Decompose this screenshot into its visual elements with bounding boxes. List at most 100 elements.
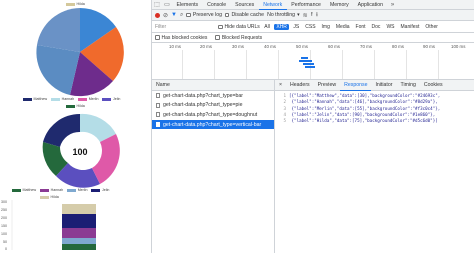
blocked-requests-label: Blocked Requests [221, 34, 263, 41]
tab-network[interactable]: Network [258, 0, 287, 10]
throttling-select[interactable]: No throttling ▾ [267, 12, 300, 18]
legend-item[interactable]: Hilda [40, 195, 59, 199]
tab-cookies[interactable]: Cookies [420, 80, 447, 91]
filter-type-js[interactable]: JS [292, 24, 301, 30]
timeline-gridline [246, 50, 247, 79]
doughnut-slice[interactable] [43, 113, 80, 147]
tab-preview[interactable]: Preview [314, 80, 340, 91]
legend-item[interactable]: Matthew [12, 188, 36, 192]
column-header-name[interactable]: Name [152, 80, 274, 91]
filter-type-manifest[interactable]: Manifest [399, 24, 421, 30]
line-number: 5 [283, 118, 286, 124]
bar-segment[interactable] [62, 238, 96, 244]
bar-segment[interactable] [62, 228, 96, 238]
timeline-gridline [310, 50, 311, 79]
timeline-tick: 10 ms [169, 44, 181, 49]
tab-initiator[interactable]: Initiator [371, 80, 396, 91]
tab-sources[interactable]: Sources [231, 0, 259, 10]
legend-item[interactable]: Jelin [102, 97, 120, 101]
record-icon[interactable] [155, 12, 160, 18]
timeline-tick: 90 ms [423, 44, 435, 49]
filter-type-ws[interactable]: WS [385, 24, 396, 30]
legend-label: Hannah [61, 97, 75, 101]
timeline-gridline [374, 50, 375, 79]
legend-item[interactable]: Merlin [67, 188, 87, 192]
timeline-gridline [182, 50, 183, 79]
timeline-gridline [342, 50, 343, 79]
checkbox-icon [186, 12, 191, 18]
request-name: get-chart-data.php?chart_type=vertical-b… [163, 121, 262, 128]
blocked-cookies-checkbox[interactable]: Has blocked cookies [155, 35, 207, 41]
timeline-bar [301, 57, 308, 59]
filter-type-other[interactable]: Other [424, 24, 440, 30]
tab-console[interactable]: Console [203, 0, 231, 10]
search-icon[interactable]: ⌕ [180, 12, 183, 19]
filter-type-media[interactable]: Media [334, 24, 351, 30]
blocked-requests-checkbox[interactable]: Blocked Requests [215, 35, 262, 41]
wifi-icon[interactable]: ≋ [303, 12, 308, 19]
clear-icon[interactable]: ⊘ [163, 12, 168, 19]
pie-chart [36, 8, 124, 97]
inspect-icon[interactable]: ⬚ [152, 0, 162, 10]
timeline-bar [305, 66, 315, 68]
checkbox-icon [218, 24, 223, 30]
legend-item[interactable]: Hilda [66, 104, 85, 108]
tab-elements[interactable]: Elements [172, 0, 203, 10]
tab-headers[interactable]: Headers [286, 80, 314, 91]
tab-application[interactable]: Application [353, 0, 387, 10]
hide-data-urls-checkbox[interactable]: Hide data URLs [218, 24, 260, 30]
y-tick-label: 250 [1, 208, 7, 212]
file-icon [156, 102, 160, 108]
filter-type-xhr[interactable]: XHR [274, 24, 289, 30]
file-icon [156, 112, 160, 118]
filter-type-img[interactable]: Img [320, 24, 331, 30]
legend-item[interactable]: Jelin [91, 188, 109, 192]
request-name: get-chart-data.php?chart_type=pie [163, 102, 243, 109]
filter-type-doc[interactable]: Doc [370, 24, 382, 30]
response-text: {"label":"Jelin","data":[90],"background… [289, 111, 436, 117]
doughnut-legend: Matthew Hannah Merlin Jelin [23, 97, 120, 101]
more-tabs-icon[interactable]: » [388, 0, 398, 10]
bar-segment[interactable] [62, 244, 96, 250]
legend-item[interactable]: Hannah [40, 188, 63, 192]
download-icon[interactable]: ⭳ [316, 10, 318, 20]
file-icon [156, 93, 160, 99]
upload-icon[interactable]: ⭱ [311, 10, 313, 20]
timeline-tick: 40 ms [264, 44, 276, 49]
legend-item[interactable]: Merlin [78, 97, 98, 101]
close-icon[interactable]: × [275, 80, 286, 91]
response-body[interactable]: 1 [{"label":"Matthew","data":[30],"backgr… [275, 91, 474, 124]
preserve-log-checkbox[interactable]: Preserve log [186, 12, 222, 18]
legend-item[interactable]: Hannah [51, 97, 74, 101]
tab-response[interactable]: Response [340, 80, 372, 91]
tab-timing[interactable]: Timing [396, 80, 419, 91]
filter-type-font[interactable]: Font [354, 24, 367, 30]
timeline-tick: 70 ms [360, 44, 372, 49]
bar-segment[interactable] [62, 214, 96, 228]
bar-segment[interactable] [62, 204, 96, 214]
filter-icon[interactable]: ▼ [171, 12, 177, 18]
legend-item[interactable]: Matthew [23, 97, 47, 101]
request-row-selected[interactable]: get-chart-data.php?chart_type=vertical-b… [152, 119, 274, 130]
filter-type-css[interactable]: CSS [304, 24, 317, 30]
timeline-bar [299, 60, 312, 62]
request-row[interactable]: get-chart-data.php?chart_type=doughnut [152, 110, 274, 120]
filter-input[interactable]: Filter [155, 24, 215, 30]
timeline-tick: 50 ms [296, 44, 308, 49]
device-toolbar-icon[interactable]: ▭ [162, 0, 172, 10]
tab-performance[interactable]: Performance [287, 0, 326, 10]
pie-slice[interactable] [37, 8, 80, 52]
tab-memory[interactable]: Memory [325, 0, 353, 10]
network-timeline[interactable]: 10 ms 20 ms 30 ms 40 ms 50 ms 60 ms 70 m… [152, 43, 474, 80]
legend-label: Merlin [88, 97, 99, 101]
disable-cache-checkbox[interactable]: Disable cache [224, 12, 264, 18]
detail-tab-bar: × Headers Preview Response Initiator Tim… [275, 80, 474, 91]
filter-type-all[interactable]: All [263, 24, 272, 30]
request-row[interactable]: get-chart-data.php?chart_type=bar [152, 91, 274, 101]
bar-legend-row2: Hilda [40, 195, 59, 199]
file-icon [156, 122, 160, 128]
requests-list: Name get-chart-data.php?chart_type=bar g… [152, 80, 275, 253]
request-row[interactable]: get-chart-data.php?chart_type=pie [152, 101, 274, 111]
y-tick-label: 0 [5, 247, 7, 251]
charts-canvas: 100 [11, 8, 124, 250]
